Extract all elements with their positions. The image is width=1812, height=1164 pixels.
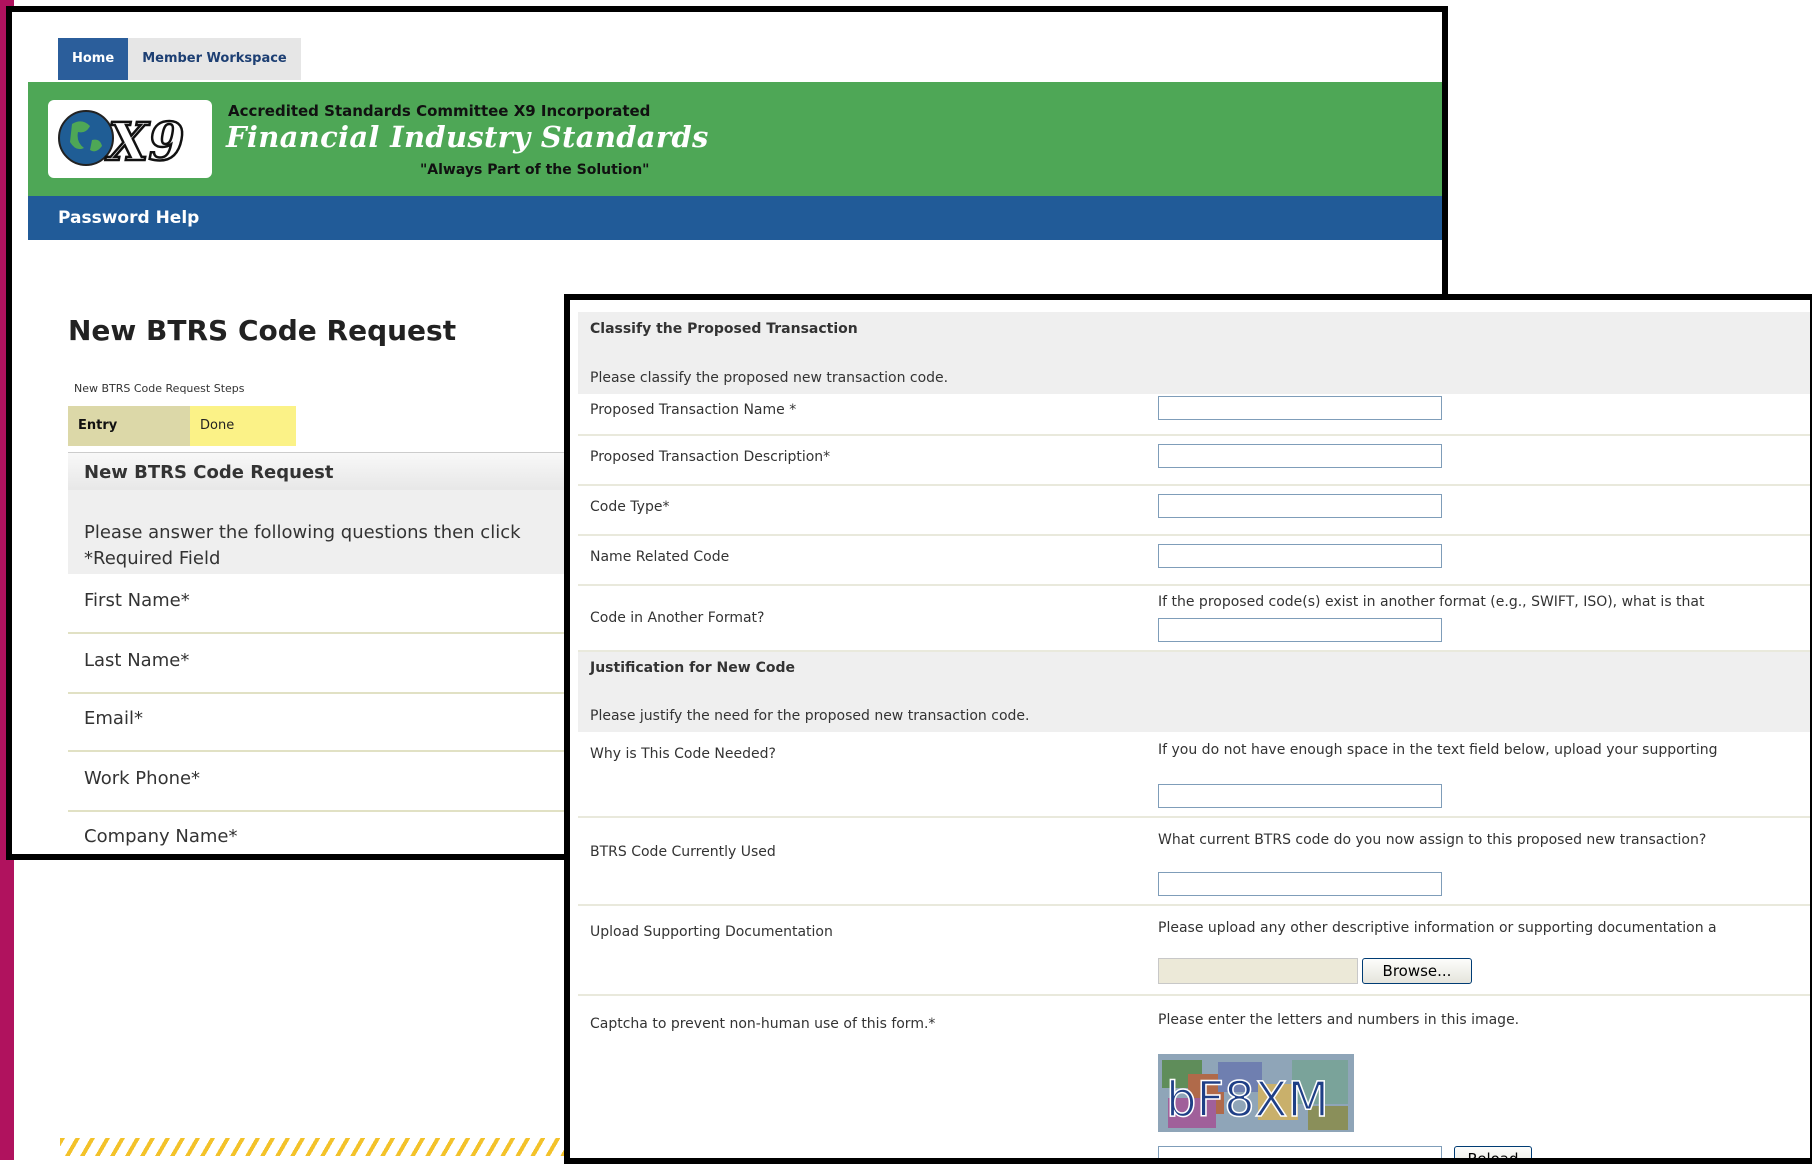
code-another-format-input[interactable]: [1158, 618, 1442, 642]
last-name-row: Last Name*: [68, 634, 588, 694]
justification-title: Justification for New Code: [590, 660, 795, 676]
site-title: Financial Industry Standards: [226, 120, 709, 154]
progress-steps: Entry Done: [68, 406, 296, 446]
tab-member-workspace[interactable]: Member Workspace: [128, 38, 301, 80]
btrs-current-input[interactable]: [1158, 872, 1442, 896]
email-label: Email*: [84, 708, 143, 729]
justification-section-header: Justification for New Code Please justif…: [578, 652, 1810, 732]
steps-caption: New BTRS Code Request Steps: [74, 382, 245, 395]
upload-docs-help: Please upload any other descriptive info…: [1158, 920, 1717, 936]
intro-block: Please answer the following questions th…: [68, 490, 588, 574]
code-another-format-help: If the proposed code(s) exist in another…: [1158, 594, 1705, 610]
step-entry: Entry: [68, 406, 190, 446]
nav-bar: Password Help: [28, 196, 1442, 240]
captcha-text: bF8XM: [1166, 1072, 1329, 1128]
logo-text: X9: [105, 112, 185, 173]
code-another-format-label: Code in Another Format?: [590, 610, 765, 626]
captcha-input[interactable]: [1158, 1146, 1442, 1158]
name-related-code-input[interactable]: [1158, 544, 1442, 568]
required-field-note: *Required Field: [84, 548, 221, 569]
top-tabs: Home Member Workspace: [58, 38, 301, 80]
first-name-label: First Name*: [84, 590, 190, 611]
btrs-current-help: What current BTRS code do you now assign…: [1158, 832, 1707, 848]
captcha-image: bF8XM: [1158, 1054, 1354, 1132]
step-done: Done: [190, 406, 296, 446]
code-type-label: Code Type*: [590, 499, 670, 515]
intro-text: Please answer the following questions th…: [84, 522, 521, 543]
captcha-help: Please enter the letters and numbers in …: [1158, 1012, 1520, 1028]
company-name-row: Company Name*: [68, 810, 588, 854]
site-tagline: "Always Part of the Solution": [420, 162, 650, 178]
org-name: Accredited Standards Committee X9 Incorp…: [228, 102, 651, 120]
upload-docs-label: Upload Supporting Documentation: [590, 924, 833, 940]
proposed-description-label: Proposed Transaction Description*: [590, 449, 831, 465]
justification-subtitle: Please justify the need for the proposed…: [590, 708, 1030, 724]
proposed-description-row: Proposed Transaction Description*: [578, 436, 1810, 486]
tab-home[interactable]: Home: [58, 38, 129, 80]
work-phone-label: Work Phone*: [84, 768, 201, 789]
code-type-row: Code Type*: [578, 486, 1810, 536]
name-related-code-label: Name Related Code: [590, 549, 730, 565]
file-path-field[interactable]: [1158, 958, 1358, 984]
transaction-form-window: Classify the Proposed Transaction Please…: [564, 294, 1812, 1164]
email-row: Email*: [68, 692, 588, 752]
proposed-name-input[interactable]: [1158, 396, 1442, 420]
proposed-name-row: Proposed Transaction Name *: [578, 394, 1810, 436]
why-needed-help: If you do not have enough space in the t…: [1158, 742, 1718, 758]
proposed-name-label: Proposed Transaction Name *: [590, 402, 797, 418]
code-type-input[interactable]: [1158, 494, 1442, 518]
browse-button[interactable]: Browse...: [1362, 958, 1472, 984]
captcha-label: Captcha to prevent non-human use of this…: [590, 1016, 936, 1032]
code-another-format-row: Code in Another Format? If the proposed …: [578, 586, 1810, 652]
classify-title: Classify the Proposed Transaction: [590, 321, 858, 337]
why-needed-input[interactable]: [1158, 784, 1442, 808]
section-header: New BTRS Code Request: [68, 452, 588, 491]
section-title: New BTRS Code Request: [84, 462, 334, 483]
work-phone-row: Work Phone*: [68, 752, 588, 812]
upload-docs-row: Upload Supporting Documentation Please u…: [578, 906, 1810, 996]
proposed-description-input[interactable]: [1158, 444, 1442, 468]
x9-logo[interactable]: X9: [48, 100, 212, 178]
reload-button[interactable]: Reload: [1454, 1146, 1532, 1158]
btrs-current-label: BTRS Code Currently Used: [590, 844, 776, 860]
why-needed-label: Why is This Code Needed?: [590, 746, 776, 762]
password-help-link[interactable]: Password Help: [58, 208, 199, 228]
btrs-current-row: BTRS Code Currently Used What current BT…: [578, 818, 1810, 906]
decorative-hatch: [60, 1138, 580, 1156]
why-needed-row: Why is This Code Needed? If you do not h…: [578, 732, 1810, 818]
first-name-row: First Name*: [68, 574, 588, 634]
last-name-label: Last Name*: [84, 650, 190, 671]
site-header: X9 Accredited Standards Committee X9 Inc…: [28, 82, 1442, 196]
page-title: New BTRS Code Request: [68, 314, 457, 347]
classify-subtitle: Please classify the proposed new transac…: [590, 370, 949, 386]
name-related-code-row: Name Related Code: [578, 536, 1810, 586]
company-name-label: Company Name*: [84, 826, 238, 847]
classify-section-header: Classify the Proposed Transaction Please…: [578, 312, 1810, 394]
